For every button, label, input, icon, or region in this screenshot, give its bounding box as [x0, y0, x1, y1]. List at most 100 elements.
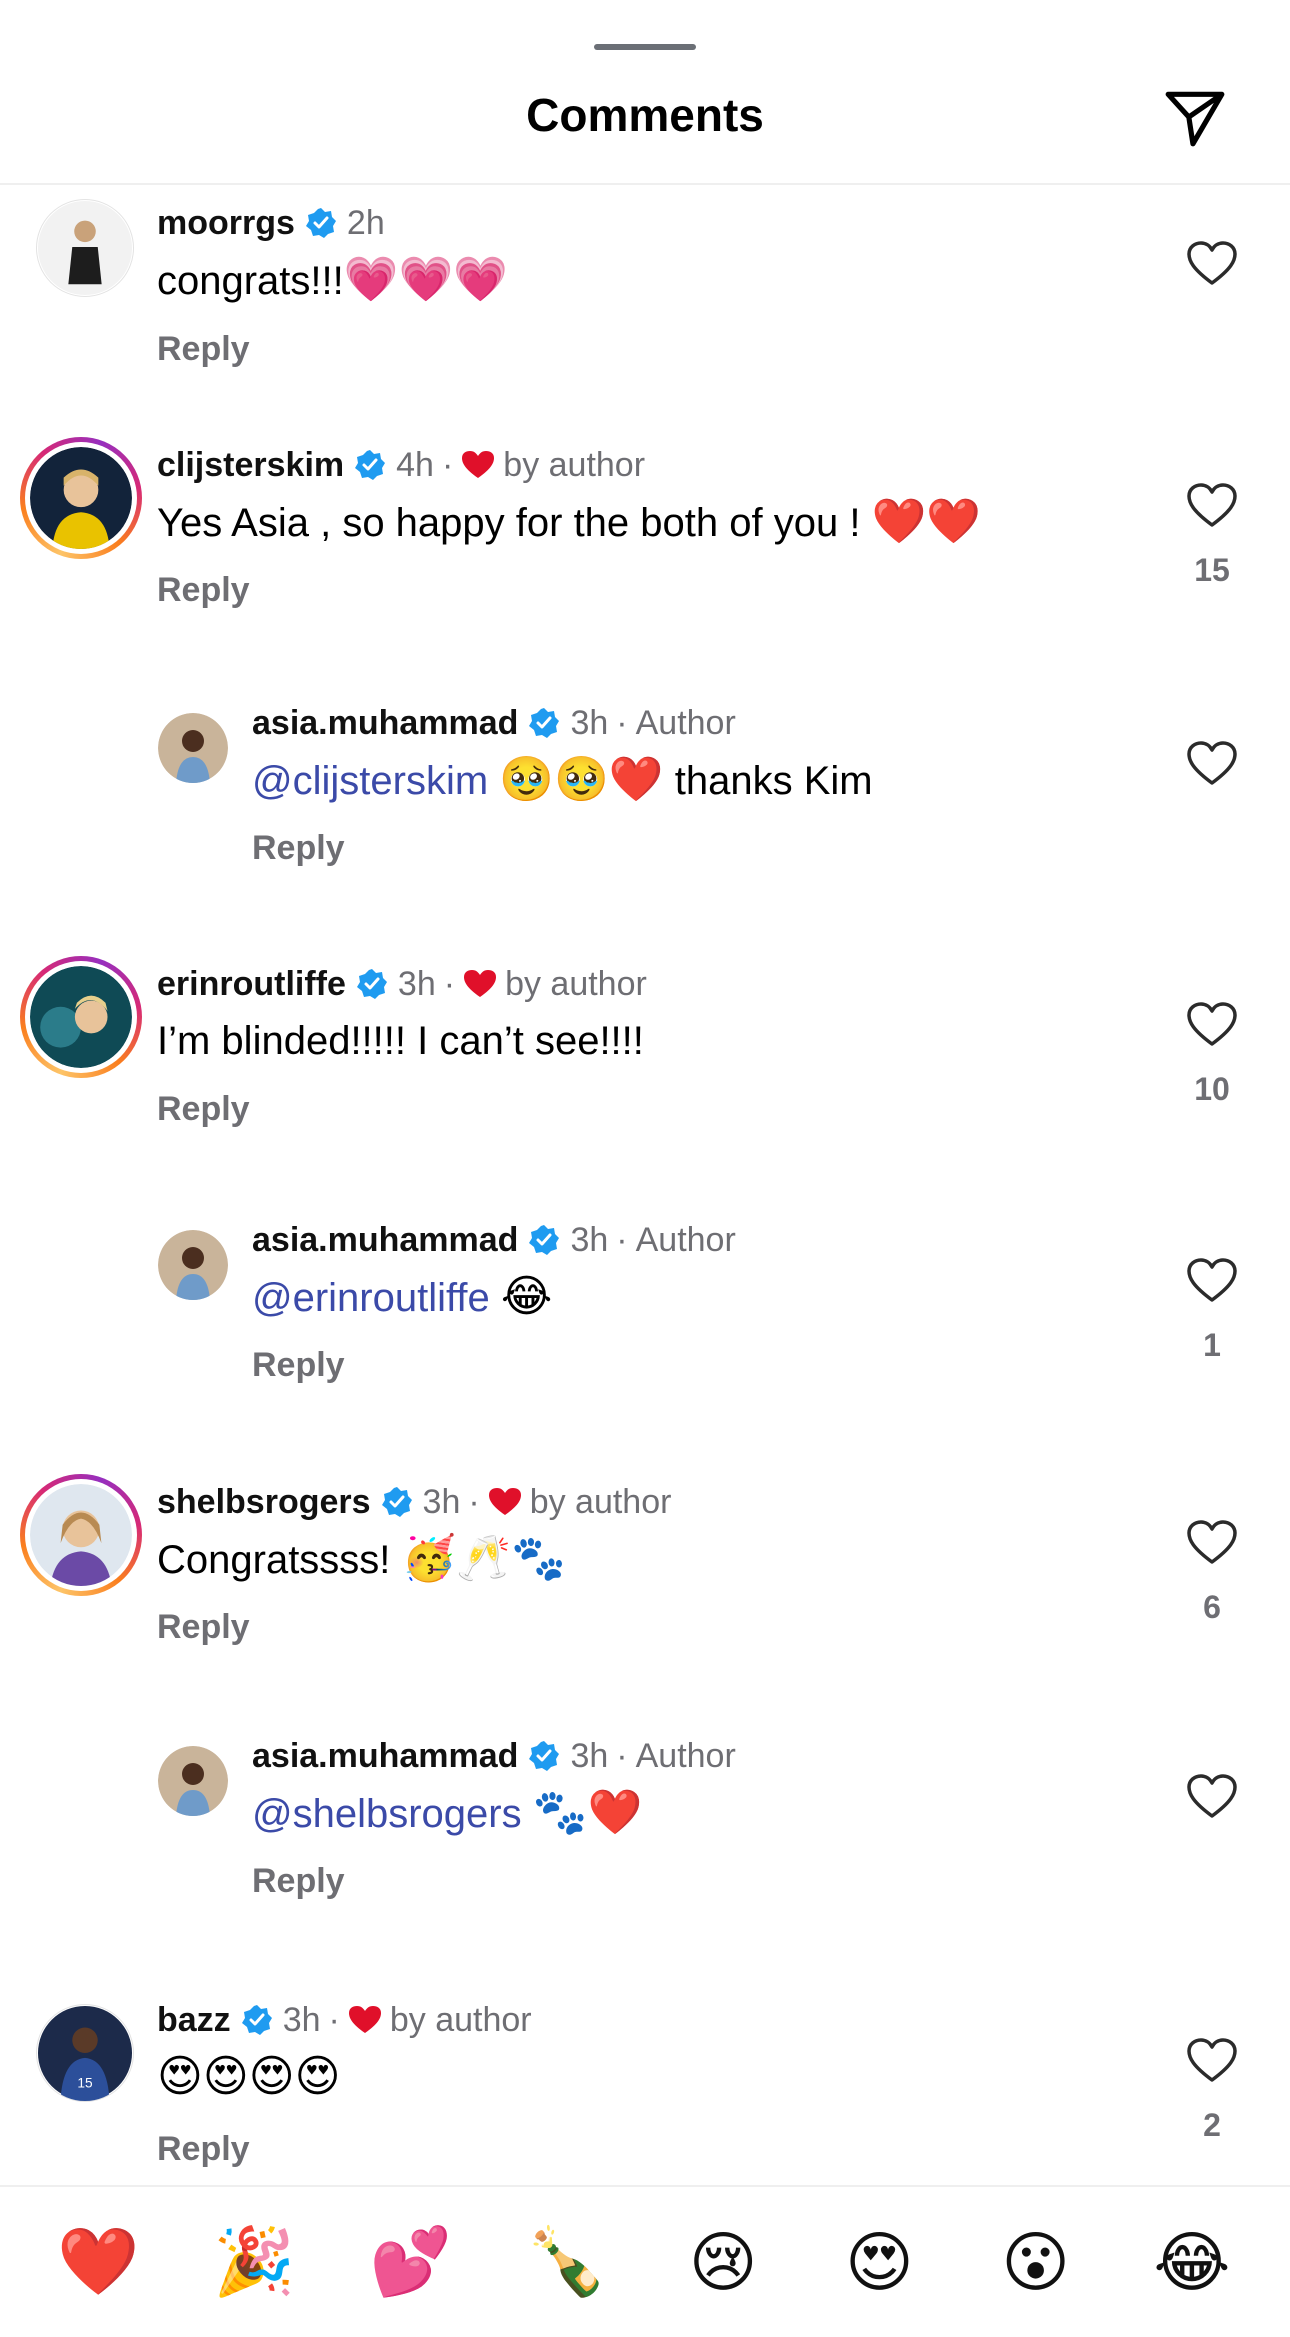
reply-button[interactable]: Reply — [157, 330, 250, 369]
verified-badge-icon — [305, 208, 336, 238]
heart-outline-icon — [1187, 2038, 1237, 2082]
comment-time: 3h — [282, 2001, 321, 2039]
comment-time: 2h — [346, 204, 385, 242]
author-label: Author — [635, 704, 736, 742]
separator-dot: · — [468, 1483, 480, 1521]
comment-body: thanks Kim — [663, 759, 873, 803]
comment-body: Yes Asia , so happy for the both of you … — [157, 501, 872, 545]
username[interactable]: moorrgs — [157, 203, 295, 243]
comment-text: I’m blinded!!!!! I can’t see!!!! — [157, 1016, 644, 1066]
like-count: 6 — [1203, 1589, 1221, 1625]
mention-link[interactable]: @erinroutliffe — [252, 1276, 490, 1320]
like-button[interactable]: 10 — [1184, 1002, 1240, 1108]
reaction-champagne[interactable]: 🍾 — [512, 2223, 622, 2301]
avatar-asia-muhammad — [158, 1230, 228, 1300]
comment-time: 3h — [397, 965, 436, 1003]
send-icon[interactable] — [1162, 84, 1228, 150]
avatar-bazz: 15 — [36, 2004, 134, 2102]
username[interactable]: erinroutliffe — [157, 964, 346, 1004]
heart-outline-icon — [1187, 1774, 1237, 1818]
comment-time: 3h — [570, 704, 609, 742]
liked-by-author-label: by author — [389, 2001, 532, 2039]
avatar[interactable] — [158, 713, 228, 788]
reaction-tears-of-joy[interactable]: 😂 — [1137, 2224, 1247, 2301]
comment-time: 3h — [570, 1737, 609, 1775]
reaction-party-popper[interactable]: 🎉 — [199, 2223, 309, 2301]
avatar[interactable] — [36, 199, 134, 302]
avatar[interactable] — [158, 1230, 228, 1305]
reply-button[interactable]: Reply — [252, 1346, 345, 1385]
heart-outline-icon — [1187, 1002, 1237, 1046]
separator-dot: · — [443, 965, 456, 1003]
separator-dot: · — [441, 446, 454, 484]
comment-reply-item: asia.muhammad 3h · Author @clijsterskim … — [0, 693, 1290, 943]
username[interactable]: bazz — [157, 2000, 231, 2040]
comment-meta: asia.muhammad 3h · Author — [252, 1736, 736, 1776]
author-liked-heart-icon — [464, 970, 497, 997]
comment-body: I’m blinded!!!!! I can’t see!!!! — [157, 1019, 644, 1063]
reaction-surprised-face[interactable]: 😮 — [981, 2224, 1091, 2301]
reply-button[interactable]: Reply — [157, 1090, 250, 1129]
comment-item: shelbsrogers 3h · by author Congratssss!… — [0, 1466, 1290, 1716]
username[interactable]: clijsterskim — [157, 445, 344, 485]
verified-badge-icon — [356, 969, 387, 999]
comment-text: Yes Asia , so happy for the both of you … — [157, 497, 981, 548]
comment-emoji: 😍😍😍😍 — [157, 2051, 341, 2102]
page-title: Comments — [526, 89, 764, 141]
comment-text: @erinroutliffe 😂 — [252, 1272, 552, 1323]
comment-emoji: 😂 — [500, 1271, 553, 1322]
reply-button[interactable]: Reply — [252, 1862, 345, 1901]
avatar[interactable]: 15 — [36, 2004, 134, 2107]
avatar[interactable] — [158, 1746, 228, 1821]
like-button[interactable] — [1184, 241, 1240, 292]
username[interactable]: asia.muhammad — [252, 703, 518, 743]
like-button[interactable] — [1184, 1774, 1240, 1825]
story-ring — [20, 1474, 142, 1596]
reply-button[interactable]: Reply — [252, 829, 345, 868]
like-button[interactable]: 2 — [1184, 2038, 1240, 2144]
sheet-grabber[interactable] — [594, 44, 696, 50]
comment-item: erinroutliffe 3h · by author I’m blinded… — [0, 950, 1290, 1200]
avatar[interactable] — [20, 437, 142, 559]
comment-emoji: ❤️❤️ — [871, 496, 982, 547]
comment-meta: asia.muhammad 3h · Author — [252, 1220, 736, 1260]
reaction-red-heart[interactable]: ❤️ — [43, 2223, 153, 2301]
username[interactable]: asia.muhammad — [252, 1220, 518, 1260]
avatar-shelbsrogers — [30, 1484, 132, 1586]
reply-button[interactable]: Reply — [157, 571, 250, 610]
comment-text: 😍😍😍😍 — [157, 2052, 340, 2103]
avatar-asia-muhammad — [158, 1746, 228, 1816]
comment-reply-item: asia.muhammad 3h · Author @erinroutliffe… — [0, 1210, 1290, 1460]
reaction-crying-face[interactable]: 😢 — [668, 2224, 778, 2301]
liked-by-author-label: by author — [503, 446, 646, 484]
comment-time: 3h — [422, 1483, 461, 1521]
like-button[interactable]: 6 — [1184, 1520, 1240, 1626]
username[interactable]: asia.muhammad — [252, 1736, 518, 1776]
mention-link[interactable]: @clijsterskim — [252, 759, 488, 803]
comment-item: moorrgs 2h congrats!!!💗💗💗 Reply — [0, 185, 1290, 435]
mention-link[interactable]: @shelbsrogers — [252, 1792, 522, 1836]
reply-button[interactable]: Reply — [157, 1608, 250, 1647]
like-button[interactable]: 1 — [1184, 1258, 1240, 1364]
quick-reaction-bar: ❤️ 🎉 💕 🍾 😢 😍 😮 😂 — [0, 2185, 1290, 2337]
like-button[interactable]: 15 — [1184, 483, 1240, 589]
comment-meta: shelbsrogers 3h · by author — [157, 1482, 671, 1522]
separator-dot: · — [616, 1221, 628, 1259]
reply-button[interactable]: Reply — [157, 2130, 250, 2169]
comment-meta: asia.muhammad 3h · Author — [252, 703, 736, 743]
comment-meta: clijsterskim 4h · by author — [157, 445, 645, 485]
author-label: Author — [635, 1221, 736, 1259]
comment-text: @shelbsrogers 🐾❤️ — [252, 1788, 642, 1839]
like-button[interactable] — [1184, 741, 1240, 792]
reaction-heart-eyes[interactable]: 😍 — [824, 2224, 934, 2301]
comment-item: clijsterskim 4h · by author Yes Asia , s… — [0, 435, 1290, 685]
avatar-erinroutliffe — [30, 966, 132, 1068]
avatar[interactable] — [20, 1474, 142, 1596]
verified-badge-icon — [529, 1225, 560, 1255]
separator-dot: · — [616, 1737, 628, 1775]
avatar[interactable] — [20, 956, 142, 1078]
svg-text:15: 15 — [77, 2075, 93, 2090]
heart-outline-icon — [1187, 1520, 1237, 1564]
username[interactable]: shelbsrogers — [157, 1482, 371, 1522]
reaction-two-hearts[interactable]: 💕 — [356, 2223, 466, 2301]
